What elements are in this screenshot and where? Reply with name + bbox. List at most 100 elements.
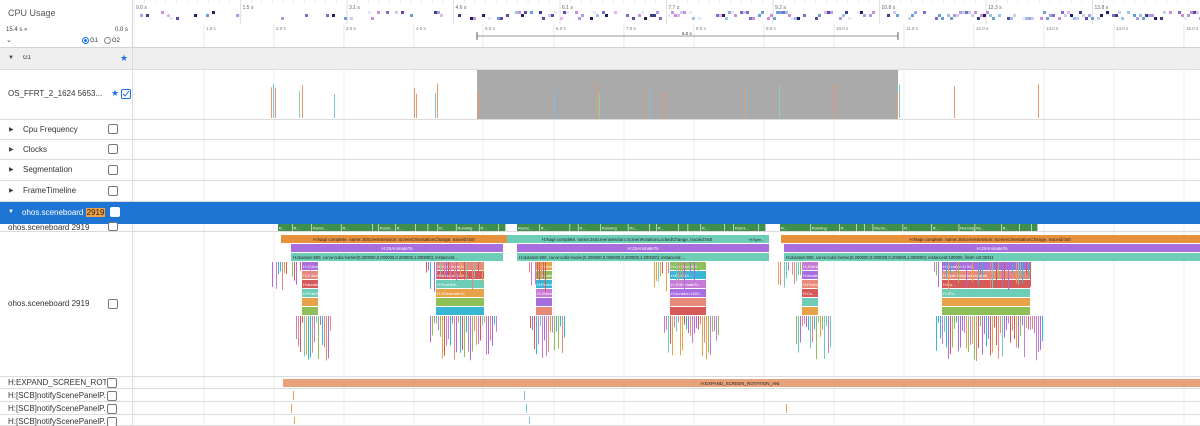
- overview-heat-cell: [734, 14, 737, 17]
- track-checkbox[interactable]: [107, 417, 117, 426]
- track-label: H:[SCB]notifyScenePanelP...: [0, 402, 133, 414]
- star-icon[interactable]: ★: [120, 53, 128, 64]
- expand-down-icon[interactable]: ▼: [8, 55, 14, 61]
- star-icon[interactable]: ★: [111, 88, 119, 99]
- async-row-expand-rotation[interactable]: H:EXPAND_SCREEN_ROTATI... H:EXPAND_SCREE…: [0, 377, 1200, 389]
- overview-heat-cell: [815, 17, 818, 20]
- track-label: H:[SCB]notifyScenePanelP...: [0, 389, 133, 401]
- track-checkbox[interactable]: [107, 404, 117, 414]
- thread-slice-row[interactable]: ohos.sceneboard 2919 H:Napi complete. na…: [0, 232, 1200, 377]
- ffrt-track-canvas[interactable]: [134, 70, 1200, 119]
- deep-call: [537, 262, 538, 280]
- async-track[interactable]: H:EXPAND_SCREEN_ROTATION_ANI: [134, 377, 1200, 388]
- overview-heat-cell: [590, 17, 593, 20]
- deep-call: [968, 316, 969, 352]
- track-checkbox[interactable]: [107, 378, 117, 388]
- radio-g1[interactable]: G1: [82, 37, 98, 44]
- overview-heat-cell: [1190, 11, 1193, 14]
- overview-heat-cell: [434, 11, 437, 14]
- deep-call: [680, 316, 681, 356]
- time-ruler[interactable]: 1.0 s 2.0 s 3.0 s 4.0 s 5.0 s 6.0 s 7.0 s 8.0 s…: [134, 24, 1200, 48]
- track-ffrt[interactable]: OS_FFRT_2_1624 5653... ★: [0, 70, 1200, 120]
- overview-heat-cell: [863, 14, 866, 17]
- overview-heat-cell: [563, 11, 566, 14]
- overview-heat-cell: [1049, 14, 1052, 17]
- running-state-label: Running: [457, 226, 472, 231]
- deep-call: [478, 262, 479, 274]
- track-checkbox[interactable]: [108, 186, 118, 196]
- thread-state-track[interactable]: R... R... Runni... R... Runni... R... R... Runn…: [134, 224, 1200, 231]
- deep-call: [550, 316, 551, 332]
- deep-call: [662, 262, 663, 274]
- track-checkbox[interactable]: [108, 144, 118, 154]
- overview-heat-cell: [644, 17, 647, 20]
- group-row-g1[interactable]: ▼ G1 ★: [0, 48, 1200, 70]
- track-cpu-frequency[interactable]: ▶ Cpu Frequency: [0, 120, 1200, 140]
- track-checkbox[interactable]: [108, 299, 118, 309]
- cpu-usage-title: CPU Usage: [8, 8, 56, 18]
- deep-call: [984, 316, 985, 335]
- deep-call: [446, 316, 447, 346]
- track-checkbox[interactable]: [107, 391, 117, 401]
- process-label: ohos.sceneboard: [22, 208, 84, 217]
- track-checkbox[interactable]: [110, 207, 120, 217]
- track-canvas[interactable]: [134, 160, 1200, 180]
- expand-right-icon[interactable]: ▶: [9, 166, 14, 173]
- expand-right-icon[interactable]: ▶: [9, 146, 14, 153]
- running-state-label: Runni...: [380, 226, 394, 231]
- async-row-scb-notify[interactable]: H:[SCB]notifyScenePanelP...: [0, 402, 1200, 415]
- overview-heat-cell: [740, 11, 743, 14]
- ruler-tick-label: 7.0 s: [626, 26, 637, 31]
- track-checkbox[interactable]: [108, 165, 118, 175]
- track-checkbox[interactable]: [121, 89, 131, 99]
- deep-call: [712, 316, 713, 332]
- track-canvas[interactable]: [134, 140, 1200, 159]
- track-segmentation[interactable]: ▶ Segmentation: [0, 160, 1200, 181]
- deep-call: [558, 316, 559, 349]
- radio-checked-icon[interactable]: [82, 37, 89, 44]
- track-canvas[interactable]: [134, 181, 1200, 201]
- expand-right-icon[interactable]: ▶: [9, 187, 14, 194]
- running-state-label: R...: [702, 226, 708, 231]
- chevron-down-icon[interactable]: ⌄: [6, 36, 12, 44]
- slice-label: H:duration:600...: [671, 264, 701, 269]
- trace-viewer: CPU Usage 15.4 s » 0.0 s ⌄ G1 G2 0.0 s 1.…: [0, 0, 1200, 426]
- overview-heat-cell: [839, 17, 842, 20]
- track-checkbox[interactable]: [108, 124, 118, 134]
- thread-state-row[interactable]: ohos.sceneboard 2919 R... R... Runni... R..…: [0, 222, 1200, 232]
- process-row-ohos-sceneboard[interactable]: ▼ ohos.sceneboard 2919: [0, 202, 1200, 224]
- radio-g2[interactable]: G2: [104, 37, 120, 44]
- thread-slice-track[interactable]: H:Napi complete. name:JsScreenSession::s…: [134, 232, 1200, 376]
- pid-highlight: 2919: [85, 208, 106, 217]
- deep-call: [1018, 262, 1019, 285]
- async-row-scb-notify[interactable]: H:[SCB]notifyScenePanelP...: [0, 415, 1200, 426]
- expand-down-icon[interactable]: ▼: [8, 209, 14, 215]
- async-track[interactable]: [134, 402, 1200, 414]
- overview-heat-cell: [650, 14, 653, 17]
- async-track[interactable]: [134, 389, 1200, 401]
- overview-heat-cell: [596, 14, 599, 17]
- radio-unchecked-icon[interactable]: [104, 37, 111, 44]
- overview-heat-cell: [1064, 14, 1067, 17]
- async-track[interactable]: [134, 415, 1200, 425]
- running-state-label: Ru...: [976, 226, 984, 231]
- track-checkbox[interactable]: [108, 222, 118, 231]
- expand-right-icon[interactable]: ▶: [9, 126, 14, 133]
- deep-call: [678, 316, 679, 323]
- deep-call: [482, 262, 483, 283]
- deep-call: [448, 316, 449, 340]
- track-clocks[interactable]: ▶ Clocks: [0, 140, 1200, 160]
- deep-call: [478, 316, 479, 344]
- cpu-usage-overview[interactable]: 0.0 s 1.5 s 3.1 s 4.6 s 6.1 s 7.7 s 9.2 s 10.8 …: [134, 0, 1200, 24]
- deep-call: [944, 316, 945, 332]
- range-start-readout[interactable]: 15.4 s »: [6, 27, 27, 33]
- deep-call: [676, 262, 677, 282]
- track-label: OS_FFRT_2_1624 5653... ★: [0, 70, 133, 119]
- track-canvas[interactable]: [134, 120, 1200, 139]
- overview-heat-cell: [941, 17, 944, 20]
- running-state: [678, 224, 688, 231]
- async-row-scb-notify[interactable]: H:[SCB]notifyScenePanelP...: [0, 389, 1200, 402]
- track-frame-timeline[interactable]: ▶ FrameTimeline: [0, 181, 1200, 202]
- deep-call: [1032, 316, 1033, 330]
- overview-tick-label: 9.2 s: [775, 5, 786, 11]
